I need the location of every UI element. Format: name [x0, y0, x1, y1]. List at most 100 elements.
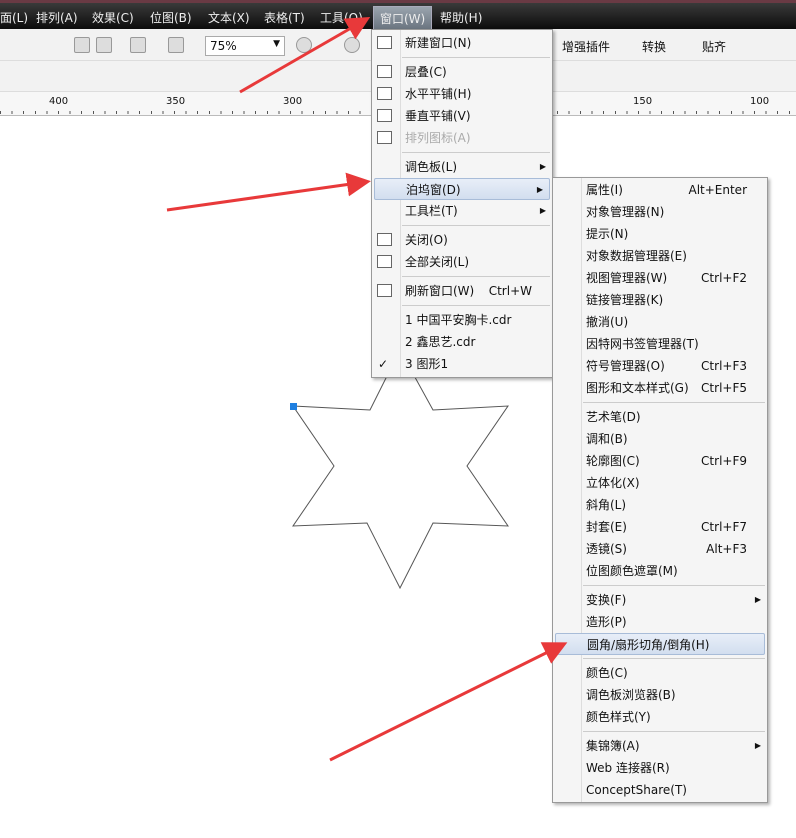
menu-item-label: 工具栏(T)	[405, 204, 458, 218]
menu-item[interactable]: 刷新窗口(W) Ctrl+W	[372, 280, 552, 302]
menu-item[interactable]: 工具栏(T) ▶	[372, 200, 552, 222]
menu-item[interactable]: 视图管理器(W) Ctrl+F2	[553, 267, 767, 289]
submenu-arrow-icon: ▶	[754, 741, 761, 750]
new-window-icon	[377, 36, 392, 49]
menu-item-label: 新建窗口(N)	[405, 36, 472, 50]
menu-item[interactable]: 提示(N)	[553, 223, 767, 245]
menu-item-label: 撤消(U)	[586, 315, 629, 329]
submenu-arrow-icon: ▶	[754, 595, 761, 604]
menu-separator	[553, 728, 767, 735]
menu-item[interactable]: 泊坞窗(D) ▶	[374, 178, 550, 200]
menu-item[interactable]: 位图颜色遮罩(M)	[553, 560, 767, 582]
menu-item-label: 对象管理器(N)	[586, 205, 665, 219]
menu-item-label: 造形(P)	[586, 615, 627, 629]
menu-item-label: 轮廓图(C)	[586, 454, 640, 468]
menu-item[interactable]: 对象数据管理器(E)	[553, 245, 767, 267]
menu-item[interactable]: 全部关闭(L)	[372, 251, 552, 273]
menu-item[interactable]: 垂直平铺(V)	[372, 105, 552, 127]
menu-item-label: 全部关闭(L)	[405, 255, 470, 269]
menu-item[interactable]: 水平平铺(H)	[372, 83, 552, 105]
menu-item[interactable]: 圆角/扇形切角/倒角(H)	[555, 633, 765, 655]
menu-item[interactable]: 因特网书签管理器(T)	[553, 333, 767, 355]
menu-item[interactable]: 1 中国平安胸卡.cdr	[372, 309, 552, 331]
menu-item[interactable]: 轮廓图(C) Ctrl+F9	[553, 450, 767, 472]
six-point-star[interactable]	[292, 348, 509, 590]
menu-item-label: 3 图形1	[405, 357, 449, 371]
menu-item-label: 艺术笔(D)	[586, 410, 641, 424]
menu-item-label: 刷新窗口(W)	[405, 284, 475, 298]
menu-item[interactable]: 封套(E) Ctrl+F7	[553, 516, 767, 538]
menu-item-label: 透镜(S)	[586, 542, 627, 556]
close-window-icon	[377, 233, 392, 246]
menu-item[interactable]: 集锦簿(A) ▶	[553, 735, 767, 757]
menu-separator	[372, 273, 552, 280]
menu-item-label: 符号管理器(O)	[586, 359, 665, 373]
menu-item-label: Web 连接器(R)	[586, 761, 670, 775]
refresh-icon	[377, 284, 392, 297]
menu-separator	[372, 302, 552, 309]
submenu-arrow-icon: ▶	[536, 185, 543, 194]
menu-item[interactable]: 新建窗口(N)	[372, 32, 552, 54]
shortcut: Ctrl+F5	[701, 381, 747, 395]
submenu-arrow-icon: ▶	[539, 206, 546, 215]
menu-item[interactable]: 图形和文本样式(G) Ctrl+F5	[553, 377, 767, 399]
menu-item-label: 变换(F)	[586, 593, 627, 607]
menu-item[interactable]: 2 鑫思艺.cdr	[372, 331, 552, 353]
menu-item-label: 位图颜色遮罩(M)	[586, 564, 678, 578]
menu-item-label: 调色板(L)	[405, 160, 458, 174]
menu-item[interactable]: 艺术笔(D)	[553, 406, 767, 428]
menu-item[interactable]: 变换(F) ▶	[553, 589, 767, 611]
shortcut: Alt+Enter	[688, 183, 747, 197]
menu-item[interactable]: 斜角(L)	[553, 494, 767, 516]
check-icon: ✓	[378, 357, 389, 371]
menu-item-label: 1 中国平安胸卡.cdr	[405, 313, 512, 327]
selection-node[interactable]	[290, 403, 297, 410]
menu-item[interactable]: 调色板(L) ▶	[372, 156, 552, 178]
menu-item[interactable]: 撤消(U)	[553, 311, 767, 333]
cascade-icon	[377, 65, 392, 78]
menu-item-label: 封套(E)	[586, 520, 627, 534]
menu-item[interactable]: 立体化(X)	[553, 472, 767, 494]
shortcut: Ctrl+F2	[701, 271, 747, 285]
menu-item[interactable]: Web 连接器(R)	[553, 757, 767, 779]
menu-item-label: ConceptShare(T)	[586, 783, 687, 797]
docker-submenu: 属性(I) Alt+Enter 对象管理器(N) 提示(N) 对象数据管理器(E) 视图管…	[552, 177, 768, 803]
arrange-icons-icon	[377, 131, 392, 144]
menu-item-label: 颜色样式(Y)	[586, 710, 651, 724]
menu-separator	[372, 222, 552, 229]
menu-item[interactable]: 链接管理器(K)	[553, 289, 767, 311]
menu-item[interactable]: ConceptShare(T)	[553, 779, 767, 801]
menu-item[interactable]: 造形(P)	[553, 611, 767, 633]
menu-item-label: 集锦簿(A)	[586, 739, 640, 753]
menu-item[interactable]: 对象管理器(N)	[553, 201, 767, 223]
menu-separator	[553, 655, 767, 662]
menu-item[interactable]: 颜色样式(Y)	[553, 706, 767, 728]
menu-item-label: 颜色(C)	[586, 666, 628, 680]
menu-item-label: 垂直平铺(V)	[405, 109, 471, 123]
menu-item-label: 2 鑫思艺.cdr	[405, 335, 476, 349]
menu-item-label: 对象数据管理器(E)	[586, 249, 687, 263]
shortcut: Ctrl+F7	[701, 520, 747, 534]
menu-separator	[553, 582, 767, 589]
close-all-icon	[377, 255, 392, 268]
menu-item[interactable]: ✓ 3 图形1	[372, 353, 552, 375]
menu-item[interactable]: 透镜(S) Alt+F3	[553, 538, 767, 560]
menu-item[interactable]: 调和(B)	[553, 428, 767, 450]
tile-horizontal-icon	[377, 87, 392, 100]
shortcut: Ctrl+F9	[701, 454, 747, 468]
menu-item-label: 圆角/扇形切角/倒角(H)	[587, 638, 710, 652]
menu-separator	[372, 54, 552, 61]
menu-item-label: 水平平铺(H)	[405, 87, 472, 101]
menu-item-label: 调和(B)	[586, 432, 628, 446]
menu-item[interactable]: 排列图标(A)	[372, 127, 552, 149]
menu-item[interactable]: 调色板浏览器(B)	[553, 684, 767, 706]
menu-item[interactable]: 层叠(C)	[372, 61, 552, 83]
menu-item-label: 排列图标(A)	[405, 131, 471, 145]
tile-vertical-icon	[377, 109, 392, 122]
menu-item[interactable]: 符号管理器(O) Ctrl+F3	[553, 355, 767, 377]
menu-item[interactable]: 关闭(O)	[372, 229, 552, 251]
menu-item-label: 图形和文本样式(G)	[586, 381, 689, 395]
menu-item[interactable]: 属性(I) Alt+Enter	[553, 179, 767, 201]
menu-item[interactable]: 颜色(C)	[553, 662, 767, 684]
menu-item-label: 斜角(L)	[586, 498, 627, 512]
